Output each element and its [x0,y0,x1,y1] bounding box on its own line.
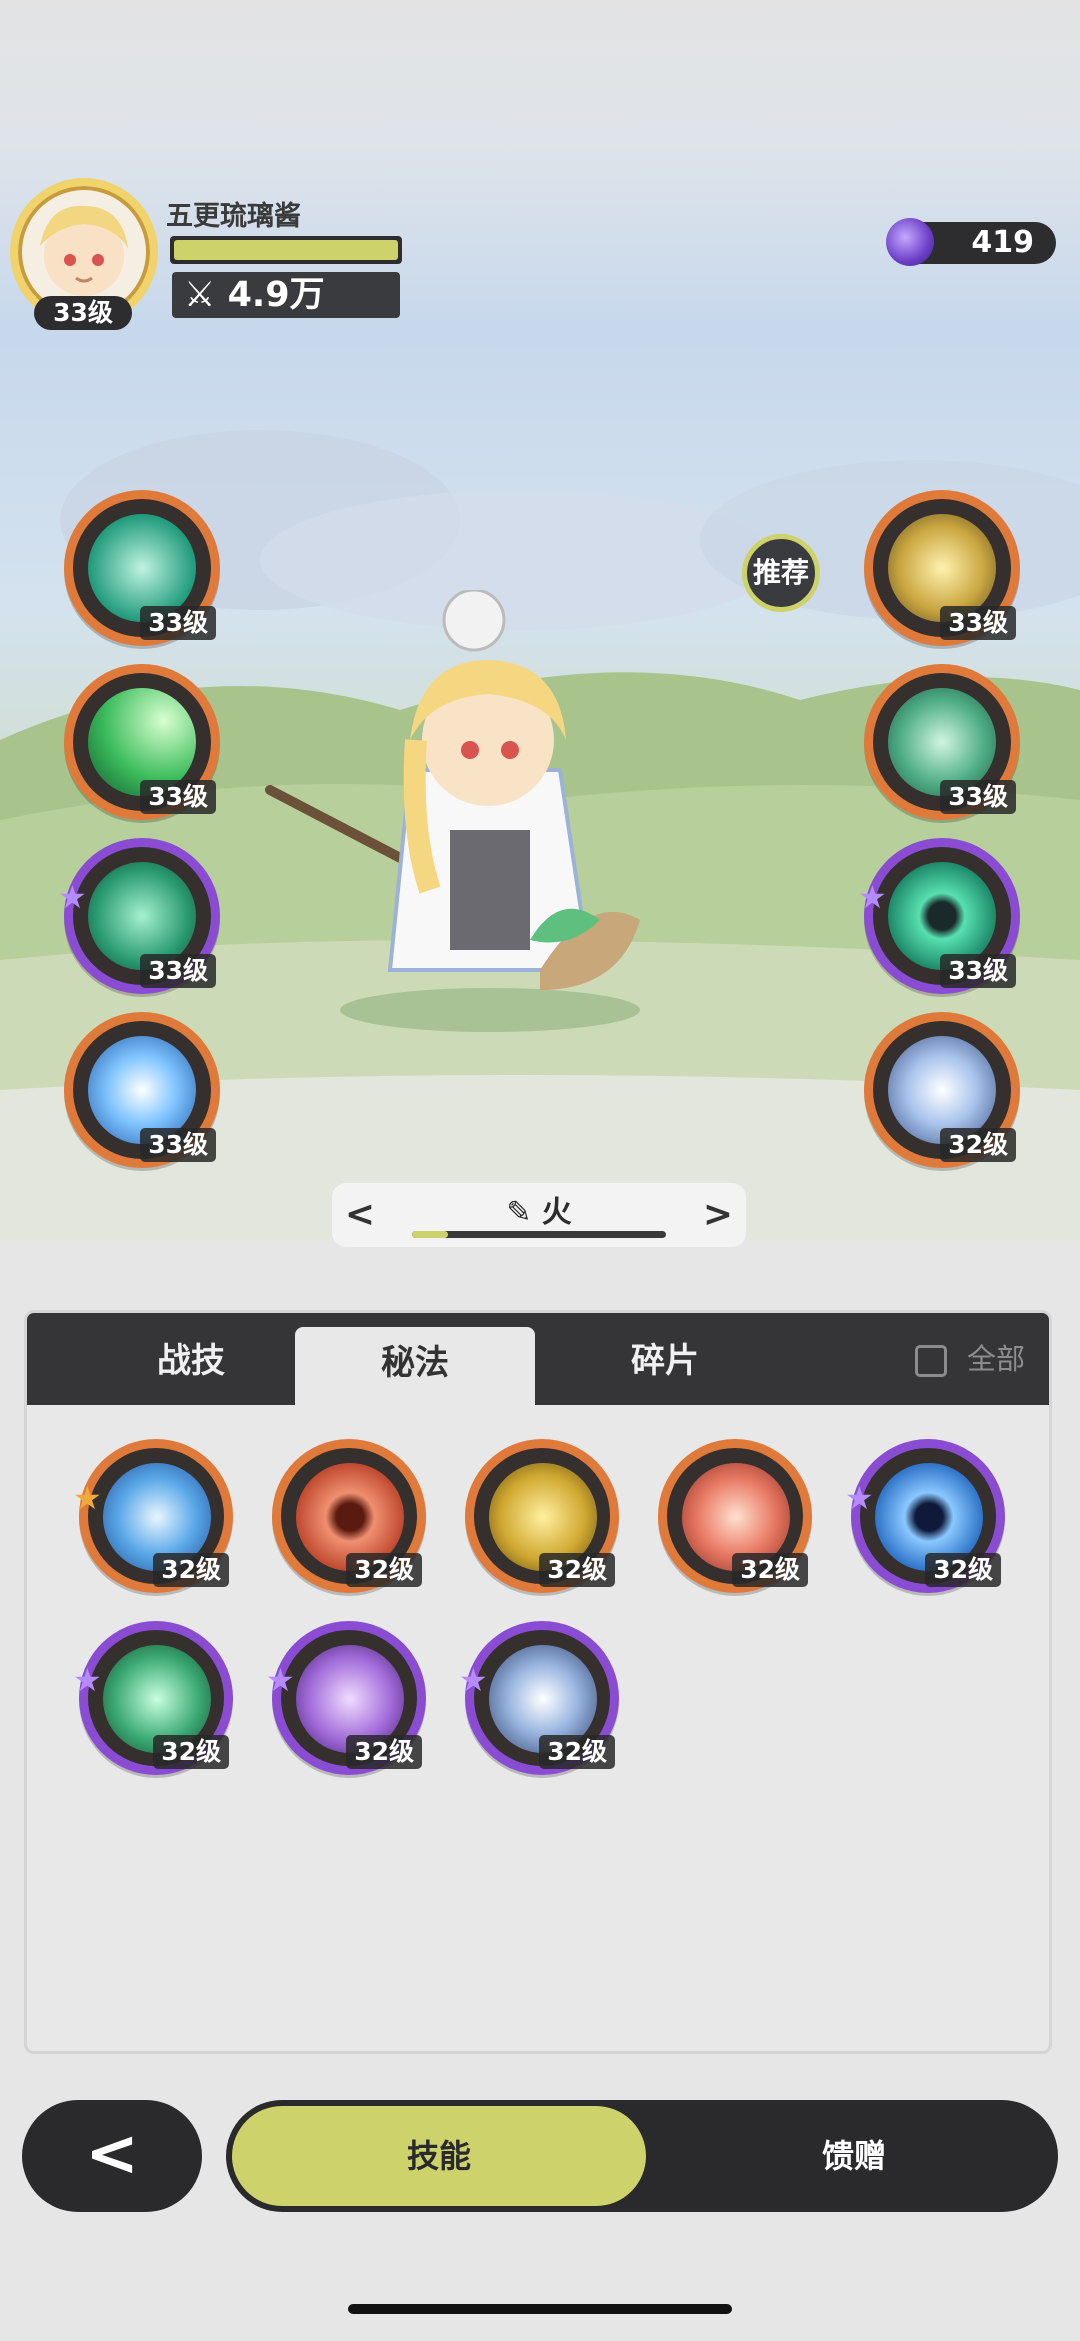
skill-category-tabs: 战技 秘法 碎片 全部 [27,1313,1049,1407]
skill-level: 32级 [732,1553,808,1587]
next-element-button[interactable]: > [698,1193,738,1237]
element-progress-fill [412,1231,448,1238]
chevron-left-icon: < [85,2117,139,2191]
currency-value: 419 [971,225,1034,260]
skill-level: 32级 [539,1553,615,1587]
rank-star-icon: ★ [858,878,887,916]
crossed-swords-icon: ⚔ [184,275,228,315]
recommend-button[interactable]: 推荐 [742,534,820,612]
currency-counter[interactable]: 419 [886,218,1056,266]
skill-level: 33级 [140,954,216,988]
power-value: 4.9万 [227,275,325,315]
skill-level: 32级 [346,1553,422,1587]
arcane-skill-4[interactable]: 32级 [658,1439,812,1593]
back-button[interactable]: < [22,2100,202,2212]
hp-bar-fill [174,240,398,260]
arcane-skill-7[interactable]: ★ 32级 [266,1621,426,1775]
rank-star-icon: ★ [73,1661,102,1699]
equipped-skill-left-4[interactable]: 33级 [64,1012,220,1168]
tab-battle-skills[interactable]: 战技 [71,1313,311,1405]
avatar-level-badge: 33级 [34,296,132,330]
purple-gem-icon [886,218,934,266]
rank-star-icon: ★ [73,1479,102,1517]
show-all-toggle[interactable]: 全部 [914,1313,1025,1405]
checkbox-icon [914,1345,947,1377]
skill-level: 33级 [940,606,1016,640]
arcane-skill-1[interactable]: ★ 32级 [73,1439,233,1593]
skill-level: 33级 [140,1128,216,1162]
bottom-tab-bar: 技能 馈赠 [226,2100,1058,2212]
rank-star-icon: ★ [459,1661,488,1699]
skill-level: 32级 [153,1553,229,1587]
skill-level: 32级 [940,1128,1016,1162]
rank-star-icon: ★ [58,878,87,916]
skill-level: 32级 [925,1553,1001,1587]
skill-level: 32级 [539,1735,615,1769]
power-display: ⚔ 4.9万 [172,272,400,318]
tab-fragments[interactable]: 碎片 [545,1313,785,1405]
arcane-skill-2[interactable]: 32级 [272,1439,426,1593]
tab-skills[interactable]: 技能 [232,2106,646,2206]
arcane-skill-3[interactable]: 32级 [465,1439,619,1593]
tab-arcane[interactable]: 秘法 [295,1327,535,1407]
player-name: 五更琉璃酱 [166,201,301,232]
skill-level: 33级 [940,780,1016,814]
equipped-skill-left-1[interactable]: 33级 [64,490,220,646]
equipped-skill-left-3[interactable]: ★ 33级 [58,838,220,994]
arcane-skill-8[interactable]: ★ 32级 [459,1621,619,1775]
skill-level: 32级 [153,1735,229,1769]
equipped-skill-left-2[interactable]: 33级 [64,664,220,820]
skill-level: 33级 [140,780,216,814]
equipped-skill-right-1[interactable]: 33级 [864,490,1020,646]
skill-inventory-panel: 战技 秘法 碎片 全部 ★ 32级 32级 32级 32级 ★ 32级 ★ 32级 ★… [24,1310,1052,2054]
pencil-icon: ✎ [506,1195,542,1230]
tab-gifts[interactable]: 馈赠 [656,2106,1052,2206]
show-all-label: 全部 [966,1342,1025,1376]
element-name: 火 [541,1195,572,1230]
equipped-skill-right-2[interactable]: 33级 [864,664,1020,820]
skill-level: 33级 [140,606,216,640]
element-switcher: < ✎ 火 > [332,1183,746,1247]
equipped-skill-right-3[interactable]: ★ 33级 [858,838,1020,994]
equipped-skill-right-4[interactable]: 32级 [864,1012,1020,1168]
rank-star-icon: ★ [845,1479,874,1517]
arcane-skill-6[interactable]: ★ 32级 [73,1621,233,1775]
arcane-skill-5[interactable]: ★ 32级 [845,1439,1005,1593]
hero-character [265,590,640,1032]
rank-star-icon: ★ [266,1661,295,1699]
skill-level: 32级 [346,1735,422,1769]
skill-level: 33级 [940,954,1016,988]
hp-bar [170,236,402,264]
element-progress-bar [412,1231,666,1238]
home-indicator [348,2304,732,2314]
element-label[interactable]: ✎ 火 [332,1187,746,1231]
